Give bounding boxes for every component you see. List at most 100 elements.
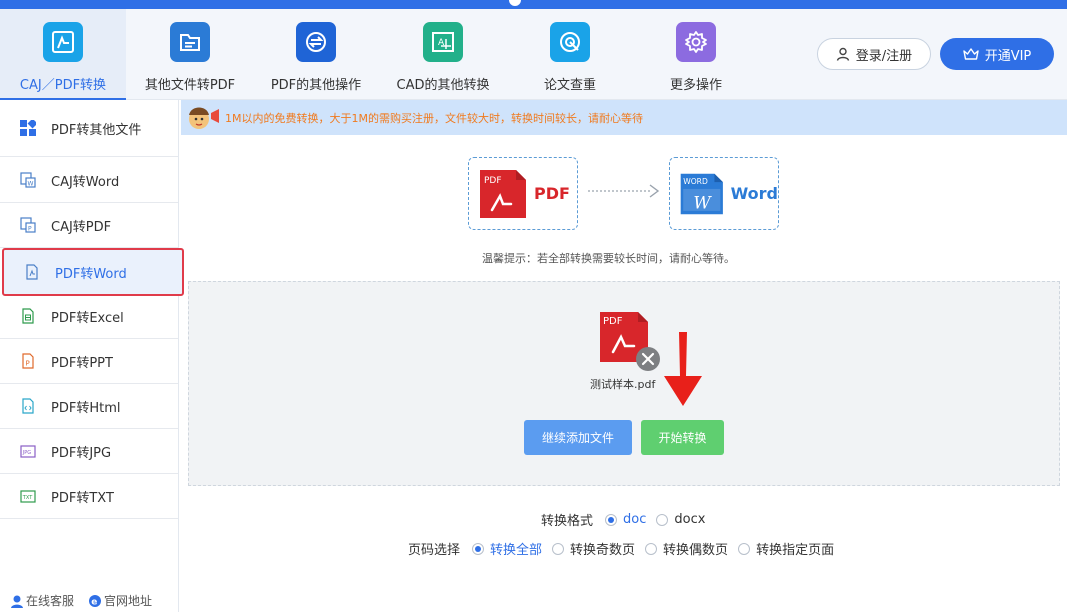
page-label: 页码选择 (408, 543, 461, 558)
svg-text:WORD: WORD (683, 176, 708, 185)
open-vip-button[interactable]: 开通VIP (940, 38, 1054, 70)
sidebar-item-pdf-to-word[interactable]: PDF转Word (2, 248, 184, 296)
radio-label: 转换奇数页 (570, 543, 636, 558)
tab-label: CAD的其他转换 (396, 78, 490, 93)
radio-all-pages[interactable]: 转换全部 (472, 539, 542, 558)
txt-file-icon: TXT (20, 488, 36, 504)
sidebar-item-pdf-to-html[interactable]: PDF转Html (0, 384, 178, 429)
radio-odd-pages[interactable]: 转换奇数页 (552, 539, 635, 558)
pdf-file-icon: PDF (480, 169, 526, 218)
source-format-box: PDF PDF (468, 157, 578, 230)
online-service-link[interactable]: 在线客服 (10, 592, 74, 609)
pdf-file-icon[interactable]: PDF (598, 310, 662, 372)
target-icon (550, 22, 590, 62)
radio-docx[interactable]: docx (656, 512, 705, 527)
sidebar-item-label: CAJ转PDF (51, 219, 112, 235)
target-format-name: Word (730, 184, 778, 203)
radio-even-pages[interactable]: 转换偶数页 (645, 539, 728, 558)
ppt-file-icon: P (20, 353, 36, 369)
word-file-icon: WORD W (680, 173, 723, 214)
conversion-tip: 温馨提示：若全部转换需要较长时间，请耐心等待。 (482, 252, 735, 265)
sidebar-item-label: PDF转其他文件 (51, 122, 142, 138)
radio-label: doc (623, 512, 647, 527)
file-name: 测试样本.pdf (590, 378, 656, 391)
add-more-files-button[interactable]: 继续添加文件 (524, 420, 632, 455)
swap-icon (296, 22, 336, 62)
caj-word-icon: W (20, 172, 36, 188)
radio-dot (656, 513, 669, 526)
cad-icon: A (423, 22, 463, 62)
tab-label: PDF的其他操作 (270, 78, 362, 93)
sidebar-item-pdf-to-excel[interactable]: PDF转Excel (0, 294, 178, 339)
tab-label: 论文查重 (543, 78, 596, 93)
jpg-file-icon: JPG (20, 443, 36, 459)
pdf-file-icon (24, 264, 40, 280)
tab-cad-conversion[interactable]: A CAD的其他转换 (378, 9, 508, 100)
radio-label: 转换指定页面 (756, 543, 835, 558)
sidebar-item-label: PDF转PPT (51, 355, 113, 371)
sidebar-item-label: PDF转JPG (51, 445, 112, 461)
grid-icon (20, 120, 36, 136)
svg-text:P: P (26, 360, 30, 368)
notice-text: 1M以内的免费转换，大于1M的需购买注册，文件较大时，转换时间较长，请耐心等待 (225, 111, 643, 125)
official-site-link[interactable]: e 官网地址 (88, 592, 152, 609)
format-options: 转换格式 doc docx (541, 510, 715, 529)
login-register-button[interactable]: 登录/注册 (817, 38, 931, 70)
browser-icon: e (89, 594, 102, 607)
svg-text:PDF: PDF (603, 316, 623, 327)
login-label: 登录/注册 (855, 48, 913, 64)
radio-label: 转换偶数页 (663, 543, 729, 558)
headset-icon (11, 595, 23, 608)
sidebar-item-pdf-to-txt[interactable]: TXT PDF转TXT (0, 474, 178, 519)
svg-text:PDF: PDF (484, 176, 502, 186)
excel-file-icon (20, 308, 36, 324)
radio-dot (552, 542, 565, 555)
official-site-label: 官网地址 (104, 594, 153, 608)
red-arrow-annotation (664, 332, 702, 406)
target-format-box: WORD W Word (669, 157, 779, 230)
sidebar-item-caj-to-pdf[interactable]: P CAJ转PDF (0, 203, 178, 248)
radio-dot (472, 542, 485, 555)
mascot-icon (189, 107, 219, 129)
sidebar-item-label: CAJ转Word (51, 174, 120, 190)
main-toolbar: CAJ／PDF转换 其他文件转PDF PDF的其他操作 A CAD的其他转换 论… (0, 9, 1067, 100)
svg-text:e: e (91, 597, 97, 607)
svg-text:TXT: TXT (22, 495, 33, 501)
tab-more-operations[interactable]: 更多操作 (632, 9, 760, 100)
tab-label: CAJ／PDF转换 (19, 78, 107, 93)
start-conversion-button[interactable]: 开始转换 (641, 420, 724, 455)
sidebar-item-label: PDF转TXT (51, 490, 114, 506)
window-top-bar (0, 0, 1067, 9)
sidebar-item-pdf-to-other[interactable]: PDF转其他文件 (0, 100, 178, 157)
radio-dot (738, 542, 751, 555)
radio-dot (605, 513, 618, 526)
html-file-icon (20, 398, 36, 414)
sidebar-item-label: PDF转Word (55, 266, 127, 282)
window-notch (509, 0, 521, 6)
radio-doc[interactable]: doc (605, 512, 646, 527)
notice-bar: 1M以内的免费转换，大于1M的需购买注册，文件较大时，转换时间较长，请耐心等待 (181, 100, 1067, 135)
user-icon (836, 47, 849, 61)
tab-label: 更多操作 (669, 78, 722, 93)
vip-label: 开通VIP (984, 48, 1032, 64)
tab-plagiarism-check[interactable]: 论文查重 (508, 9, 632, 100)
sidebar: PDF转其他文件 W CAJ转Word P CAJ转PDF PDF转Word P… (0, 100, 184, 612)
sidebar-footer: 在线客服 e 官网地址 (10, 592, 166, 609)
sidebar-item-label: PDF转Excel (51, 310, 124, 326)
svg-text:W: W (693, 192, 712, 212)
sidebar-item-pdf-to-jpg[interactable]: JPG PDF转JPG (0, 429, 178, 474)
sidebar-item-caj-to-word[interactable]: W CAJ转Word (0, 158, 178, 203)
tab-pdf-operations[interactable]: PDF的其他操作 (254, 9, 378, 100)
radio-label: docx (674, 512, 706, 527)
sidebar-item-pdf-to-ppt[interactable]: P PDF转PPT (0, 339, 178, 384)
tab-caj-pdf[interactable]: CAJ／PDF转换 (0, 9, 126, 100)
caj-pdf-small-icon: P (20, 217, 36, 233)
radio-specific-pages[interactable]: 转换指定页面 (738, 539, 834, 558)
page-options: 页码选择 转换全部 转换奇数页 转换偶数页 转换指定页面 (408, 539, 844, 558)
crown-icon (963, 48, 979, 60)
svg-text:W: W (28, 181, 34, 188)
convert-arrow-icon (588, 184, 660, 198)
tab-other-to-pdf[interactable]: 其他文件转PDF (126, 9, 254, 100)
caj-pdf-icon (43, 22, 83, 62)
svg-text:JPG: JPG (22, 450, 31, 456)
